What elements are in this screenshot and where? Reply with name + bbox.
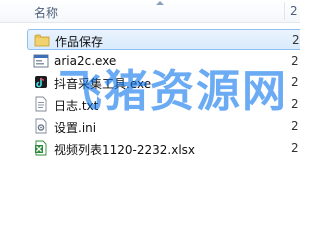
app-icon: [35, 76, 47, 88]
file-row-log[interactable]: 日志.txt 2: [27, 94, 300, 115]
file-date-label: 2: [292, 33, 300, 47]
column-header-name[interactable]: 名称: [34, 4, 58, 21]
column-divider[interactable]: [284, 2, 285, 20]
file-name-label: 作品保存: [55, 35, 104, 49]
file-list-pane: 名称 2 作品保存 2 aria2c.exe 2 抖音采集工具.exe 2 日志…: [0, 0, 300, 212]
file-name-label: 日志.txt: [54, 99, 99, 113]
file-name-label: 视频列表1120-2232.xlsx: [54, 143, 196, 157]
file-date-label: 2: [291, 119, 299, 133]
text-file-icon: [35, 96, 47, 112]
file-name-label: 设置.ini: [54, 121, 97, 135]
file-name-label: aria2c.exe: [54, 54, 117, 68]
settings-file-icon: [35, 118, 47, 134]
column-header-date[interactable]: 2: [290, 4, 298, 18]
file-date-label: 2: [291, 97, 299, 111]
exe-icon: [33, 54, 49, 68]
file-date-label: 2: [291, 141, 299, 155]
file-name-label: 抖音采集工具.exe: [54, 77, 152, 91]
column-header-bar: 名称 2: [0, 0, 300, 23]
folder-icon: [34, 34, 50, 47]
file-date-label: 2: [291, 54, 299, 68]
file-row-video-list[interactable]: 视频列表1120-2232.xlsx 2: [27, 138, 300, 159]
file-row-folder[interactable]: 作品保存 2: [27, 29, 300, 50]
sort-up-arrow-icon: [156, 1, 164, 5]
excel-file-icon: [35, 140, 47, 156]
file-row-douyin-tool[interactable]: 抖音采集工具.exe 2: [27, 72, 300, 93]
file-date-label: 2: [291, 75, 299, 89]
file-row-settings[interactable]: 设置.ini 2: [27, 116, 300, 137]
file-row-aria2c[interactable]: aria2c.exe 2: [27, 51, 300, 72]
